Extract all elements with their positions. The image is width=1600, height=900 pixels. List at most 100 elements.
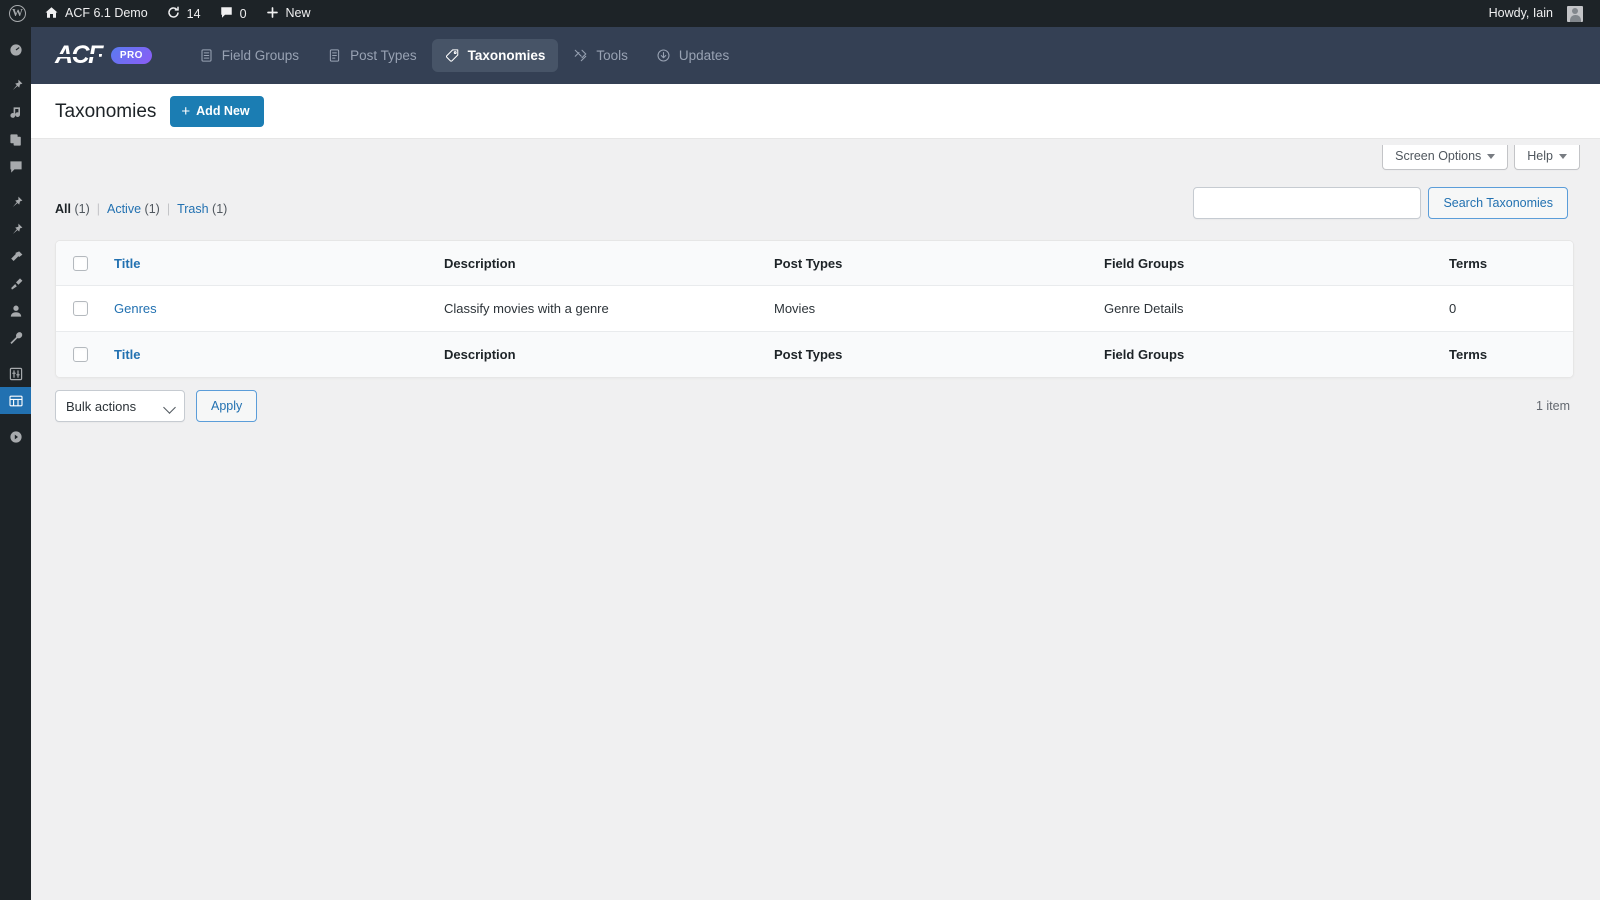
apply-button[interactable]: Apply (196, 390, 258, 422)
menu-spacer (0, 27, 31, 36)
pin-icon (8, 222, 24, 238)
filter-trash[interactable]: Trash (1) (177, 202, 227, 216)
tools-icon (573, 48, 588, 63)
user-icon (8, 303, 24, 319)
sidebar-item-posts[interactable] (0, 72, 31, 99)
acf-logo[interactable]: ACF PRO (55, 43, 152, 68)
row-field-groups-cell: Genre Details (1104, 301, 1184, 316)
taxonomies-table: Title Description Post Types Field Group… (55, 240, 1574, 378)
site-name-menu-item[interactable]: ACF 6.1 Demo (35, 0, 157, 27)
admin-sidebar-menu (0, 27, 31, 900)
sidebar-item-plugins[interactable] (0, 216, 31, 243)
table-header-row: Title Description Post Types Field Group… (56, 241, 1573, 286)
chevron-down-icon (1487, 153, 1496, 159)
filter-active[interactable]: Active (1) (107, 202, 160, 216)
sidebar-item-media[interactable] (0, 99, 31, 126)
howdy-label: Howdy, Iain (1488, 6, 1553, 21)
post-types-icon (327, 48, 342, 63)
filter-active-label[interactable]: Active (107, 202, 141, 216)
dashboard-icon (8, 42, 24, 58)
sidebar-item-sliders[interactable] (0, 360, 31, 387)
acf-header-nav: ACF PRO Field Groups Post Types Taxonomi… (31, 27, 1600, 84)
add-new-button[interactable]: + Add New (170, 95, 264, 127)
sidebar-item-settings[interactable] (0, 324, 31, 351)
new-content-menu-item[interactable]: New (256, 0, 320, 27)
acf-logo-text: ACF (55, 41, 103, 69)
tab-field-groups[interactable]: Field Groups (186, 39, 312, 72)
table-row: Genres Classify movies with a genre Movi… (56, 286, 1573, 332)
search-submit-button[interactable]: Search Taxonomies (1428, 187, 1568, 219)
sort-title-link[interactable]: Title (114, 256, 141, 271)
row-terms-cell: 0 (1449, 301, 1457, 316)
filter-divider: | (166, 202, 171, 216)
row-select-cell (56, 301, 104, 316)
sidebar-item-pages[interactable] (0, 126, 31, 153)
tab-label: Field Groups (221, 48, 300, 63)
search-input[interactable] (1193, 187, 1422, 219)
select-all-checkbox[interactable] (72, 255, 88, 271)
wordpress-logo-icon: W (9, 5, 26, 22)
plus-icon (265, 5, 280, 23)
pin-icon (8, 78, 24, 94)
menu-spacer (0, 351, 31, 360)
row-checkbox[interactable] (72, 301, 88, 316)
column-header-post-types: Post Types (774, 255, 843, 271)
tab-label: Post Types (350, 48, 417, 63)
tab-tools[interactable]: Tools (560, 39, 641, 72)
avatar (1567, 5, 1583, 22)
column-header-title[interactable]: Title (104, 256, 434, 271)
help-button[interactable]: Help (1514, 145, 1580, 170)
pages-icon (8, 132, 24, 148)
sidebar-item-users[interactable] (0, 243, 31, 270)
screen-meta-links: Screen Options Help (1382, 145, 1580, 170)
sidebar-item-tools[interactable] (0, 270, 31, 297)
select-all-checkbox-footer[interactable] (72, 347, 88, 362)
sidebar-item-appearance[interactable] (0, 189, 31, 216)
column-footer-title[interactable]: Title (104, 347, 434, 362)
play-icon (8, 429, 24, 445)
help-label: Help (1527, 149, 1553, 163)
updates-count: 14 (186, 6, 201, 21)
sort-title-link-footer[interactable]: Title (114, 347, 141, 362)
my-account-menu-item[interactable]: Howdy, Iain (1480, 0, 1592, 27)
updates-menu-item[interactable]: 14 (157, 0, 210, 27)
column-footer-field-groups: Field Groups (1104, 347, 1185, 362)
add-new-label: Add New (196, 103, 250, 118)
taxonomy-title-link[interactable]: Genres (114, 301, 157, 316)
filter-divider: | (96, 202, 100, 216)
tab-taxonomies[interactable]: Taxonomies (431, 39, 559, 72)
search-box: Search Taxonomies (1193, 187, 1568, 219)
admin-bar-right: Howdy, Iain (1480, 0, 1600, 27)
column-header-field-groups: Field Groups (1104, 255, 1185, 271)
tab-label: Updates (678, 48, 730, 63)
sidebar-item-comments[interactable] (0, 153, 31, 180)
sidebar-item-collapse[interactable] (0, 423, 31, 450)
tag-icon (445, 48, 460, 63)
filter-all[interactable]: All (1) (55, 202, 90, 216)
filter-all-count: (1) (74, 202, 90, 216)
select-all-cell (56, 255, 104, 271)
plug2-icon (8, 276, 24, 292)
comment-icon (8, 159, 24, 175)
column-footer-post-types: Post Types (774, 347, 843, 362)
updates-icon (656, 48, 671, 63)
filter-all-label: All (55, 202, 71, 216)
pro-badge: PRO (110, 47, 152, 64)
table-nav-bottom: Bulk actionsActivateDeactivateDuplicateM… (55, 386, 1574, 426)
home-icon (44, 5, 59, 23)
wp-logo-menu-item[interactable]: W (0, 0, 35, 27)
pin-icon (8, 195, 24, 211)
sidebar-item-acf[interactable] (0, 387, 31, 414)
bulk-actions-select[interactable]: Bulk actionsActivateDeactivateDuplicateM… (55, 390, 185, 422)
menu-spacer (0, 414, 31, 423)
table-footer-row: Title Description Post Types Field Group… (56, 332, 1573, 377)
filter-trash-label[interactable]: Trash (177, 202, 209, 216)
screen-options-label: Screen Options (1395, 149, 1482, 163)
page-title-row: Taxonomies + Add New (31, 84, 1600, 139)
tab-post-types[interactable]: Post Types (314, 39, 430, 72)
sidebar-item-dashboard[interactable] (0, 36, 31, 63)
screen-options-button[interactable]: Screen Options (1382, 145, 1509, 170)
sidebar-item-profile[interactable] (0, 297, 31, 324)
comments-menu-item[interactable]: 0 (210, 0, 256, 27)
tab-updates[interactable]: Updates (643, 39, 742, 72)
